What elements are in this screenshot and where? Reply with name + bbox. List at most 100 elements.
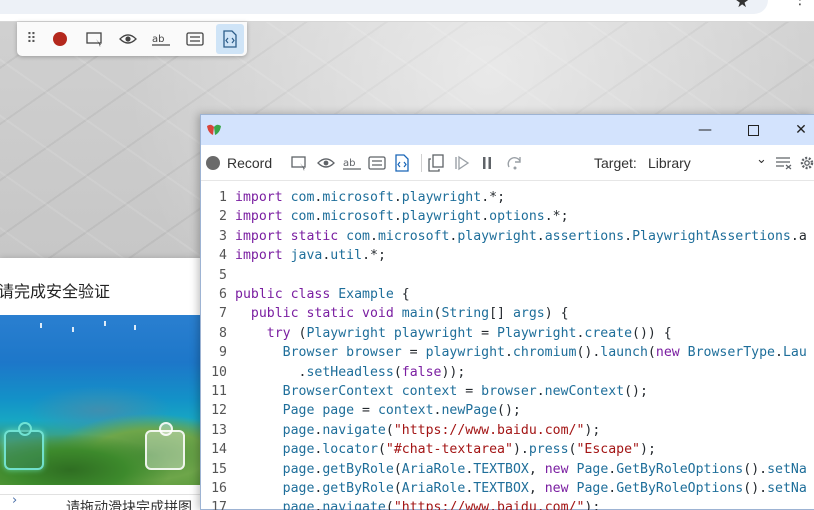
- captcha-slider-bar[interactable]: › 请拖动滑块完成拼图: [0, 493, 200, 510]
- code-token: String: [441, 306, 490, 322]
- code-token: .: [536, 228, 545, 244]
- code-token: page: [282, 422, 315, 438]
- maximize-button[interactable]: [729, 115, 777, 145]
- code-line: 13 page.navigate("https://www.baidu.com/…: [201, 421, 814, 440]
- code-token: GetByRoleOptions: [616, 461, 744, 477]
- code-token: getByRole: [322, 461, 394, 477]
- code-token: com: [346, 228, 370, 244]
- assert-text-button[interactable]: ab: [342, 153, 362, 173]
- code-token: ()) {: [632, 325, 672, 341]
- code-token: ,: [528, 481, 545, 496]
- generated-code-editor[interactable]: 1 import com.microsoft.playwright.*; 2 impo…: [201, 187, 814, 510]
- code-token: (: [393, 481, 402, 496]
- copy-button[interactable]: [428, 153, 444, 173]
- code-line: 5: [201, 266, 814, 285]
- code-token: public class: [235, 287, 339, 302]
- code-token: Playwright: [497, 325, 577, 341]
- puzzle-slot: [145, 422, 185, 470]
- code-token: {: [393, 287, 410, 302]
- assert-value-button[interactable]: [183, 28, 207, 50]
- kebab-menu-icon[interactable]: ⋮: [793, 0, 807, 8]
- code-token: (: [385, 500, 394, 510]
- code-token: Lau: [782, 345, 807, 361]
- recorder-toolbar: ⠿ ab: [17, 22, 247, 56]
- code-token: ) {: [544, 306, 569, 322]
- record-label[interactable]: Record: [227, 155, 272, 171]
- assert-snapshot-button[interactable]: [394, 153, 410, 173]
- address-bar[interactable]: [0, 0, 768, 14]
- title-bar[interactable]: — ✕: [201, 115, 814, 145]
- line-number: 6: [219, 287, 227, 302]
- resume-button[interactable]: [454, 153, 470, 173]
- line-number: 11: [211, 384, 227, 399]
- line-number: 3: [219, 228, 227, 244]
- slider-arrow-icon[interactable]: ›: [12, 493, 17, 508]
- close-button[interactable]: ✕: [777, 115, 814, 145]
- puzzle-piece[interactable]: [4, 422, 44, 470]
- record-toggle-button[interactable]: [206, 153, 220, 173]
- code-token: newPage: [441, 403, 498, 419]
- code-token: ().: [743, 481, 768, 496]
- code-token: Page: [576, 461, 609, 477]
- settings-button[interactable]: [799, 153, 814, 173]
- puzzle-knob: [18, 422, 32, 436]
- clear-button[interactable]: [775, 153, 793, 173]
- code-token: browser: [481, 384, 537, 399]
- toolbar-separator: [421, 154, 422, 172]
- line-number: 8: [219, 325, 227, 341]
- code-line: 12 Page page = context.newPage();: [201, 401, 814, 420]
- pick-locator-button[interactable]: [291, 153, 309, 173]
- code-token: java: [290, 248, 323, 264]
- assert-visibility-button[interactable]: [116, 28, 140, 50]
- code-token: playwright: [425, 345, 505, 361]
- line-number: 12: [211, 403, 227, 419]
- resume-icon: [455, 155, 470, 171]
- code-token: navigate: [322, 422, 386, 438]
- close-icon: ✕: [795, 122, 807, 138]
- pick-locator-icon: [291, 156, 306, 171]
- code-token: ();: [497, 403, 521, 419]
- star-icon[interactable]: ★: [735, 0, 749, 11]
- drag-grip-icon[interactable]: ⠿: [19, 28, 43, 50]
- line-number: 13: [211, 422, 227, 438]
- minimize-button[interactable]: —: [681, 115, 729, 145]
- code-token: playwright: [457, 228, 537, 244]
- code-token: .: [504, 345, 513, 361]
- assert-visibility-button[interactable]: [317, 153, 335, 173]
- code-token: playwright: [401, 209, 482, 225]
- code-token: import: [235, 190, 291, 205]
- assert-visibility-icon: [119, 34, 137, 44]
- code-token: []: [489, 306, 513, 322]
- code-token: newContext: [544, 384, 625, 399]
- code-token: );: [640, 442, 656, 458]
- puzzle-knob: [159, 422, 173, 436]
- sailboat: [134, 325, 136, 330]
- code-token: "https://www.baidu.com/": [393, 500, 585, 510]
- minimize-icon: —: [698, 122, 712, 138]
- step-over-button[interactable]: [506, 153, 524, 173]
- target-language-select[interactable]: Library ⌄: [644, 152, 770, 173]
- chevron-down-icon: ⌄: [756, 152, 767, 167]
- playwright-inspector-window: — ✕ Record ab Target: Library ⌄ 1 import…: [200, 114, 814, 510]
- assert-value-button[interactable]: [368, 153, 386, 173]
- code-token: );: [584, 500, 601, 510]
- pick-locator-icon: [86, 32, 102, 47]
- assert-snapshot-button[interactable]: [216, 24, 244, 54]
- code-line: 8 try (Playwright playwright = Playwrigh…: [201, 324, 814, 343]
- pause-button[interactable]: [480, 153, 494, 173]
- record-button[interactable]: [48, 28, 72, 50]
- code-line: 15 page.getByRole(AriaRole.TEXTBOX, new …: [201, 460, 814, 479]
- code-token: .: [481, 209, 490, 225]
- assert-text-button[interactable]: ab: [149, 28, 173, 50]
- code-token: BrowserType: [687, 345, 775, 361]
- assert-text-icon: ab: [343, 158, 361, 170]
- pick-locator-button[interactable]: [83, 28, 107, 50]
- code-token: PlaywrightAssertions: [632, 228, 791, 244]
- code-token: Browser browser: [282, 345, 402, 361]
